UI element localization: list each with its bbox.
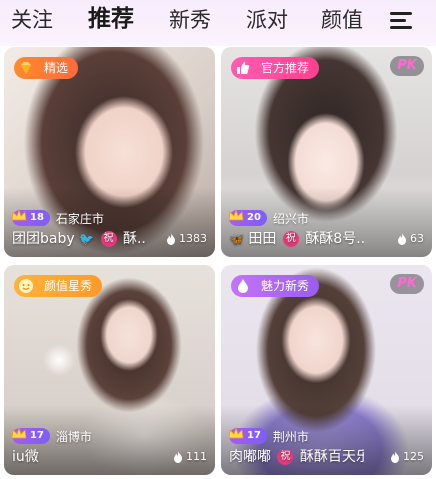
level-number: 17 — [247, 430, 261, 441]
live-card[interactable]: 官方推荐 PK 20 绍兴市 🦋 田田 祝 酥酥8号... 63 — [221, 47, 432, 257]
category-badge: 精选 — [14, 57, 79, 79]
level-number: 17 — [30, 430, 44, 441]
category-badge: 颜值星秀 — [14, 275, 103, 297]
heat-count: 111 — [173, 447, 207, 467]
heat-count: 63 — [397, 229, 424, 249]
crown-icon — [11, 208, 27, 221]
name-row: 团团baby 🐦 祝 酥... 1383 — [12, 229, 207, 249]
flame-icon — [174, 451, 182, 463]
diamond-icon — [21, 62, 31, 74]
tab-newcomer[interactable]: 新秀 — [169, 6, 211, 34]
crown-icon — [228, 426, 244, 439]
tab-party[interactable]: 派对 — [246, 6, 288, 34]
zhu-badge: 祝 — [277, 449, 294, 465]
heat-count: 1383 — [166, 229, 207, 249]
top-tab-bar: 关注 推荐 新秀 派对 颜值 — [0, 0, 436, 42]
flame-icon — [391, 451, 399, 463]
name-suffix: 酥酥8号... — [305, 231, 364, 247]
tab-beauty[interactable]: 颜值 — [321, 6, 363, 34]
streamer-name: 团团baby — [12, 231, 75, 247]
location-label: 绍兴市 — [272, 211, 309, 226]
category-badge: 官方推荐 — [231, 57, 320, 79]
heat-value: 125 — [403, 450, 424, 463]
crown-icon — [11, 426, 27, 439]
streamer-name: 田田 — [248, 231, 277, 247]
meta-row: 20 绍兴市 — [228, 208, 309, 227]
live-card[interactable]: 魅力新秀 PK 17 荆州市 肉嘟嘟 祝 酥酥百天乐 125 — [221, 265, 432, 475]
streamer-name: iu微 — [12, 449, 39, 465]
pk-badge: PK — [390, 56, 424, 76]
drop-icon — [238, 279, 248, 293]
location-label: 荆州市 — [272, 429, 309, 444]
flame-icon — [167, 233, 175, 245]
meta-row: 17 荆州市 — [228, 426, 309, 445]
badge-label: 精选 — [44, 61, 69, 75]
level-number: 20 — [247, 212, 261, 223]
live-card[interactable]: 颜值星秀 17 淄博市 iu微 111 — [4, 265, 215, 475]
zhu-badge: 祝 — [100, 231, 117, 247]
heat-value: 1383 — [179, 232, 207, 245]
location-label: 石家庄市 — [55, 211, 104, 226]
tab-recommend[interactable]: 推荐 — [88, 5, 134, 33]
badge-label: 官方推荐 — [261, 61, 310, 75]
name-suffix: 酥酥百天乐 — [299, 449, 364, 465]
level-number: 18 — [30, 212, 44, 223]
live-card[interactable]: 精选 18 石家庄市 团团baby 🐦 祝 酥... 1383 — [4, 47, 215, 257]
bird-icon: 🐦 — [79, 232, 95, 246]
heat-count: 125 — [390, 447, 424, 467]
butterfly-icon: 🦋 — [229, 232, 244, 246]
meta-row: 18 石家庄市 — [11, 208, 104, 227]
level-badge: 18 — [11, 208, 50, 226]
streamer-name: 肉嘟嘟 — [229, 449, 271, 465]
pk-badge: PK — [390, 274, 424, 294]
badge-label: 魅力新秀 — [261, 279, 310, 293]
meta-row: 17 淄博市 — [11, 426, 92, 445]
crown-icon — [228, 208, 244, 221]
name-row: iu微 111 — [12, 447, 207, 467]
heat-value: 63 — [410, 232, 424, 245]
zhu-badge: 祝 — [282, 231, 299, 247]
category-badge: 魅力新秀 — [231, 275, 320, 297]
name-row: 肉嘟嘟 祝 酥酥百天乐 125 — [229, 447, 424, 467]
badge-label: 颜值星秀 — [44, 279, 93, 293]
star-face-icon — [19, 279, 33, 293]
menu-icon[interactable] — [390, 10, 412, 30]
name-suffix: 酥... — [122, 231, 147, 247]
level-badge: 20 — [228, 208, 267, 226]
flame-icon — [398, 233, 406, 245]
location-label: 淄博市 — [55, 429, 92, 444]
thumb-up-icon — [237, 62, 250, 74]
level-badge: 17 — [228, 426, 267, 444]
heat-value: 111 — [186, 450, 207, 463]
tab-follow[interactable]: 关注 — [11, 6, 53, 34]
level-badge: 17 — [11, 426, 50, 444]
name-row: 🦋 田田 祝 酥酥8号... 63 — [229, 229, 424, 249]
